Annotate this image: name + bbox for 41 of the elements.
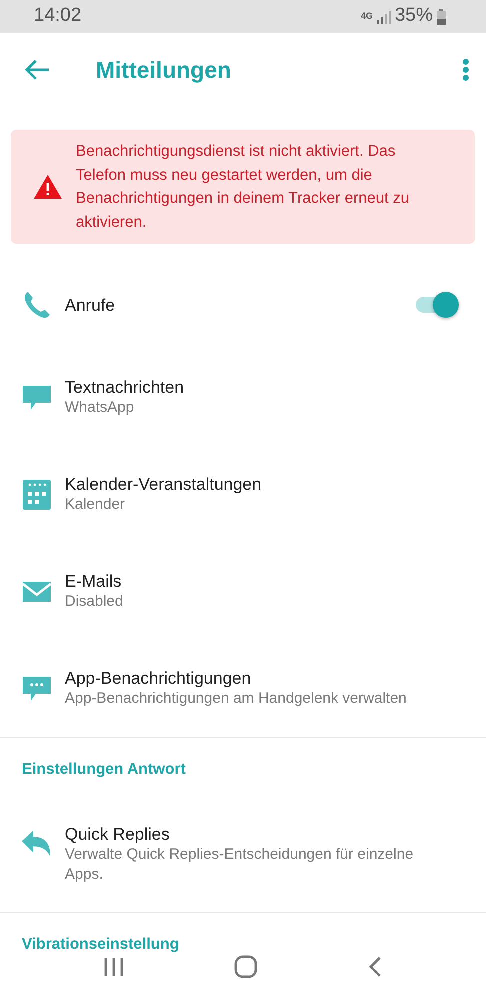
settings-row[interactable]: App-Benachrichtigungen App-Benachrichtigungen am Handgelenk verwalten xyxy=(0,640,486,737)
item-subtitle: Verwalte Quick Replies-Entscheidungen für einzelne Apps. xyxy=(65,845,415,885)
screen-title: Mitteilungen xyxy=(96,56,232,86)
home-button[interactable] xyxy=(234,955,258,980)
item-title: App-Benachrichtigungen xyxy=(65,668,252,689)
more-button[interactable] xyxy=(462,58,470,83)
item-subtitle: Kalender xyxy=(65,495,126,515)
item-subtitle: App-Benachrichtigungen am Handgelenk verwalten xyxy=(65,689,408,709)
settings-row[interactable]: E-Mails Disabled xyxy=(0,543,486,640)
phone-icon xyxy=(22,290,52,320)
item-title: Textnachrichten xyxy=(65,377,186,398)
home-icon xyxy=(234,955,258,980)
battery-percent: 35% xyxy=(394,4,433,28)
warning-icon xyxy=(33,174,63,200)
item-subtitle: WhatsApp xyxy=(65,398,136,418)
settings-row[interactable]: Kalender-Veranstaltungen Kalender xyxy=(0,446,486,543)
item-subtitle: Disabled xyxy=(65,592,124,612)
battery-icon xyxy=(437,8,446,24)
envelope-icon xyxy=(22,580,52,602)
calendar-icon xyxy=(23,480,51,510)
section-header: Vibrationseinstellung xyxy=(22,935,180,956)
back-nav-button[interactable] xyxy=(367,956,384,980)
clock-time: 14:02 xyxy=(34,4,82,28)
chat-bubble-icon xyxy=(22,384,52,412)
alert-message: Benachrichtigungsdienst ist nicht aktiviert. Das Telefon muss neu gestartet werden, um die Benachrichtigungen in deinem Tracker erneut zu aktivieren. xyxy=(76,142,410,232)
toggle-switch[interactable] xyxy=(416,290,460,320)
item-title: Kalender-Veranstaltungen xyxy=(65,474,263,495)
settings-row[interactable]: Textnachrichten WhatsApp xyxy=(0,349,486,446)
back-arrow-icon xyxy=(24,59,50,82)
network-type: 4G xyxy=(360,10,373,23)
back-chevron-icon xyxy=(367,956,384,978)
recent-apps-icon xyxy=(102,956,125,978)
section-header: Einstellungen Antwort xyxy=(22,760,186,780)
signal-icon xyxy=(376,10,391,24)
settings-row[interactable]: Quick Replies Verwalte Quick Replies-Entscheidungen für einzelne Apps. xyxy=(0,802,486,912)
item-title: Quick Replies xyxy=(65,824,171,845)
item-title: E-Mails xyxy=(65,571,123,592)
back-button[interactable] xyxy=(24,58,50,82)
item-title: Anrufe xyxy=(65,294,116,316)
more-icon xyxy=(462,58,470,82)
chat-dots-icon xyxy=(22,674,52,702)
